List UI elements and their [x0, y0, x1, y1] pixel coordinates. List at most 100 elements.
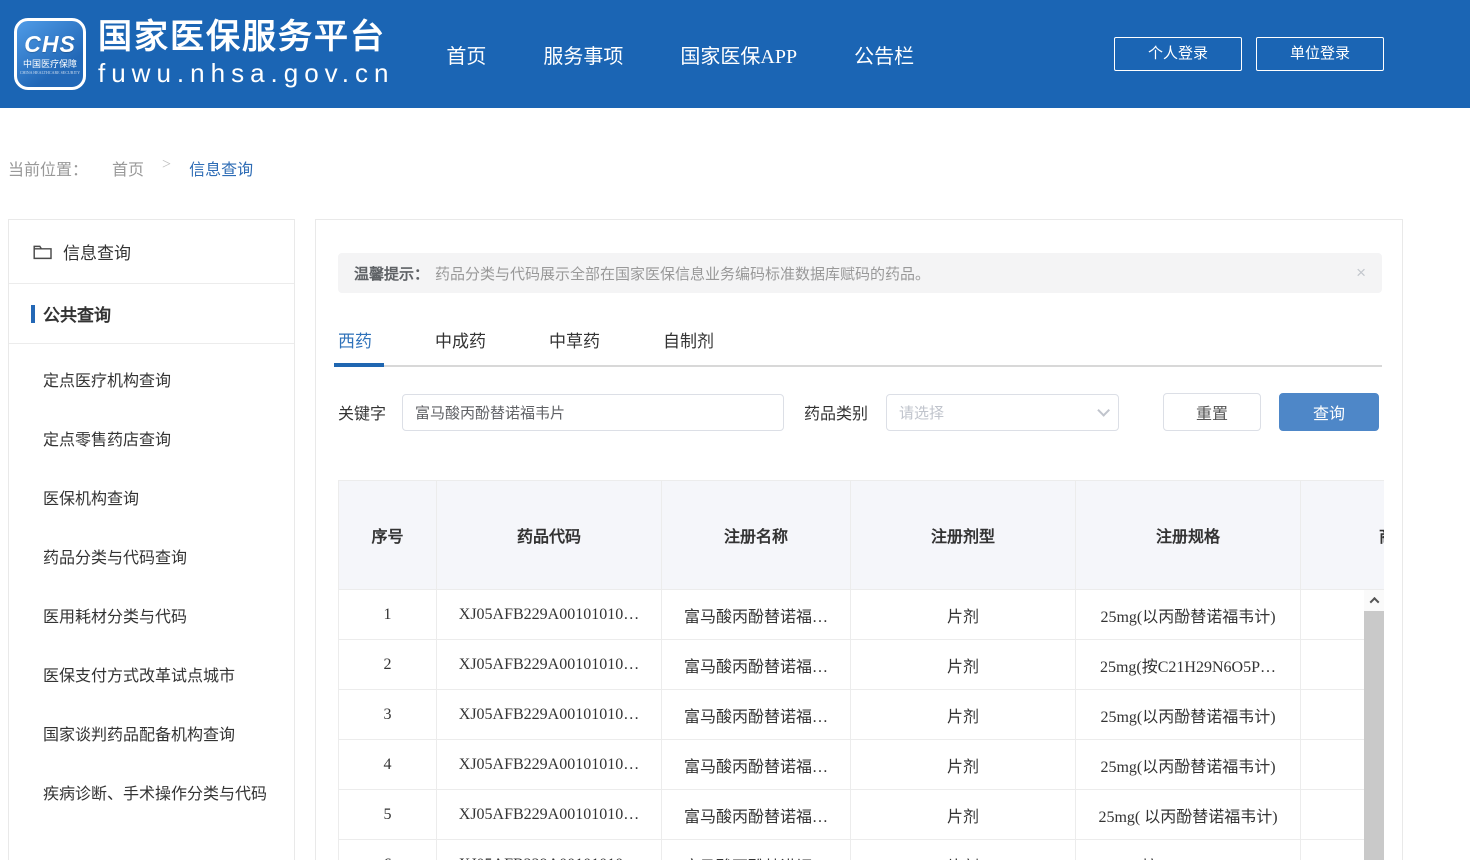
sidebar-item-negotiated-drug-orgs[interactable]: 国家谈判药品配备机构查询: [9, 706, 294, 765]
nav-services[interactable]: 服务事项: [543, 40, 623, 69]
sidebar-section-public-query[interactable]: 公共查询: [9, 284, 294, 344]
tab-chinese-herbal-medicine[interactable]: 中草药: [549, 327, 600, 365]
cell-form: 片剂: [851, 740, 1076, 790]
header-drug-code: 药品代码: [437, 481, 662, 590]
login-group: 个人登录 单位登录: [1114, 37, 1384, 71]
sidebar-header-label: 信息查询: [63, 239, 131, 264]
cell-name: 富马酸丙酚替诺福…: [662, 790, 851, 840]
results-table: 序号 药品代码 注册名称 注册剂型 注册规格 商 1 XJ05AFB229A00…: [338, 480, 1384, 860]
cell-code: XJ05AFB229A00101010…: [437, 690, 662, 740]
tab-western-medicine[interactable]: 西药: [338, 327, 372, 365]
cell-name: 富马酸丙酚替诺福…: [662, 690, 851, 740]
nav-home[interactable]: 首页: [446, 40, 486, 69]
table-row[interactable]: 6 XJ05AFB229A00101010… 富马酸丙酚替诺福… 片剂 25mg…: [339, 840, 1385, 860]
header-dosage-form: 注册剂型: [851, 481, 1076, 590]
query-button[interactable]: 查询: [1279, 393, 1379, 431]
table-header-row: 序号 药品代码 注册名称 注册剂型 注册规格 商: [339, 481, 1385, 590]
folder-icon: [33, 244, 53, 260]
header-partial: 商: [1301, 481, 1385, 590]
header-seq: 序号: [339, 481, 437, 590]
category-select[interactable]: 请选择: [886, 394, 1119, 431]
sidebar: 信息查询 公共查询 定点医疗机构查询 定点零售药店查询 医保机构查询 药品分类与…: [8, 219, 295, 860]
keyword-input[interactable]: [402, 394, 784, 431]
cell-seq: 4: [339, 740, 437, 790]
scrollbar-thumb[interactable]: [1364, 611, 1384, 860]
tip-bar: 温馨提示： 药品分类与代码展示全部在国家医保信息业务编码标准数据库赋码的药品。 …: [338, 253, 1382, 293]
cell-seq: 5: [339, 790, 437, 840]
cell-spec: 25mg(以丙酚替诺福韦计): [1076, 690, 1301, 740]
cell-code: XJ05AFB229A00101010…: [437, 740, 662, 790]
table-row[interactable]: 1 XJ05AFB229A00101010… 富马酸丙酚替诺福… 片剂 25mg…: [339, 590, 1385, 640]
cell-spec: 25mg( 以丙酚替诺福韦计): [1076, 790, 1301, 840]
drug-category-tabs: 西药 中成药 中草药 自制剂: [338, 327, 1382, 367]
breadcrumb-home[interactable]: 首页: [112, 156, 144, 180]
site-domain: fuwu.nhsa.gov.cn: [98, 58, 394, 89]
breadcrumb-current[interactable]: 信息查询: [189, 156, 253, 180]
sidebar-header[interactable]: 信息查询: [9, 220, 294, 284]
tip-text: 药品分类与代码展示全部在国家医保信息业务编码标准数据库赋码的药品。: [435, 263, 930, 284]
table-scrollbar[interactable]: [1364, 590, 1384, 860]
results-table-wrap: 序号 药品代码 注册名称 注册剂型 注册规格 商 1 XJ05AFB229A00…: [338, 480, 1384, 860]
nav-app[interactable]: 国家医保APP: [680, 40, 797, 69]
tip-label: 温馨提示：: [354, 263, 429, 284]
cell-form: 片剂: [851, 790, 1076, 840]
nav-announcements[interactable]: 公告栏: [854, 40, 914, 69]
sidebar-item-insurance-orgs[interactable]: 医保机构查询: [9, 470, 294, 529]
cell-spec: 25mg(以丙酚替诺福韦计): [1076, 740, 1301, 790]
site-header: CHS 中国医疗保障 CHINA HEALTHCARE SECURITY 国家医…: [0, 0, 1470, 108]
reset-button[interactable]: 重置: [1163, 393, 1261, 431]
sidebar-item-designated-medical-orgs[interactable]: 定点医疗机构查询: [9, 352, 294, 411]
search-form: 关键字 药品类别 请选择 重置 查询: [338, 393, 1382, 431]
table-row[interactable]: 2 XJ05AFB229A00101010… 富马酸丙酚替诺福… 片剂 25mg…: [339, 640, 1385, 690]
cell-name: 富马酸丙酚替诺福…: [662, 590, 851, 640]
cell-form: 片剂: [851, 840, 1076, 860]
cell-code: XJ05AFB229A00101010…: [437, 590, 662, 640]
breadcrumb-separator: >: [162, 156, 171, 174]
unit-login-button[interactable]: 单位登录: [1256, 37, 1384, 71]
cell-seq: 1: [339, 590, 437, 640]
brand-text: 国家医保服务平台 fuwu.nhsa.gov.cn: [98, 19, 394, 90]
site-title: 国家医保服务平台: [98, 19, 394, 56]
chevron-down-icon: [1097, 404, 1110, 417]
table-row[interactable]: 5 XJ05AFB229A00101010… 富马酸丙酚替诺福… 片剂 25mg…: [339, 790, 1385, 840]
cell-seq: 2: [339, 640, 437, 690]
cell-name: 富马酸丙酚替诺福…: [662, 640, 851, 690]
personal-login-button[interactable]: 个人登录: [1114, 37, 1242, 71]
category-placeholder: 请选择: [899, 402, 944, 423]
cell-form: 片剂: [851, 640, 1076, 690]
sidebar-item-diagnosis-operation-codes[interactable]: 疾病诊断、手术操作分类与代码: [9, 765, 294, 824]
header-specification: 注册规格: [1076, 481, 1301, 590]
main-panel: 温馨提示： 药品分类与代码展示全部在国家医保信息业务编码标准数据库赋码的药品。 …: [315, 219, 1403, 860]
sidebar-section-label: 公共查询: [43, 301, 111, 326]
cell-seq: 3: [339, 690, 437, 740]
sidebar-item-designated-pharmacies[interactable]: 定点零售药店查询: [9, 411, 294, 470]
section-accent-bar: [31, 305, 35, 323]
cell-name: 富马酸丙酚替诺福…: [662, 840, 851, 860]
sidebar-item-payment-reform-cities[interactable]: 医保支付方式改革试点城市: [9, 647, 294, 706]
table-row[interactable]: 4 XJ05AFB229A00101010… 富马酸丙酚替诺福… 片剂 25mg…: [339, 740, 1385, 790]
sidebar-item-drug-classification-codes[interactable]: 药品分类与代码查询: [9, 529, 294, 588]
breadcrumb: 当前位置： 首页 > 信息查询: [0, 108, 1470, 219]
logo-abbr: CHS: [24, 33, 76, 56]
table-row[interactable]: 3 XJ05AFB229A00101010… 富马酸丙酚替诺福… 片剂 25mg…: [339, 690, 1385, 740]
cell-spec: 25mg(以丙酚替诺福韦计): [1076, 590, 1301, 640]
top-nav: 首页 服务事项 国家医保APP 公告栏: [446, 40, 914, 69]
cell-code: XJ05AFB229A00101010…: [437, 640, 662, 690]
cell-code: XJ05AFB229A00101010…: [437, 840, 662, 860]
cell-code: XJ05AFB229A00101010…: [437, 790, 662, 840]
logo-en: CHINA HEALTHCARE SECURITY: [20, 71, 80, 75]
logo-org: 中国医疗保障: [23, 60, 77, 69]
cell-form: 片剂: [851, 690, 1076, 740]
brand[interactable]: CHS 中国医疗保障 CHINA HEALTHCARE SECURITY 国家医…: [14, 18, 394, 90]
cell-seq: 6: [339, 840, 437, 860]
tab-chinese-patent-medicine[interactable]: 中成药: [435, 327, 486, 365]
category-label: 药品类别: [804, 400, 868, 424]
scrollbar-up-arrow-icon[interactable]: [1364, 590, 1384, 611]
cell-name: 富马酸丙酚替诺福…: [662, 740, 851, 790]
cell-spec: 25mg(按C21H29N6O5P…: [1076, 640, 1301, 690]
keyword-label: 关键字: [338, 400, 386, 424]
sidebar-item-medical-consumables-codes[interactable]: 医用耗材分类与代码: [9, 588, 294, 647]
close-icon[interactable]: ×: [1356, 263, 1366, 283]
tab-self-made-preparation[interactable]: 自制剂: [663, 327, 714, 365]
header-registered-name: 注册名称: [662, 481, 851, 590]
